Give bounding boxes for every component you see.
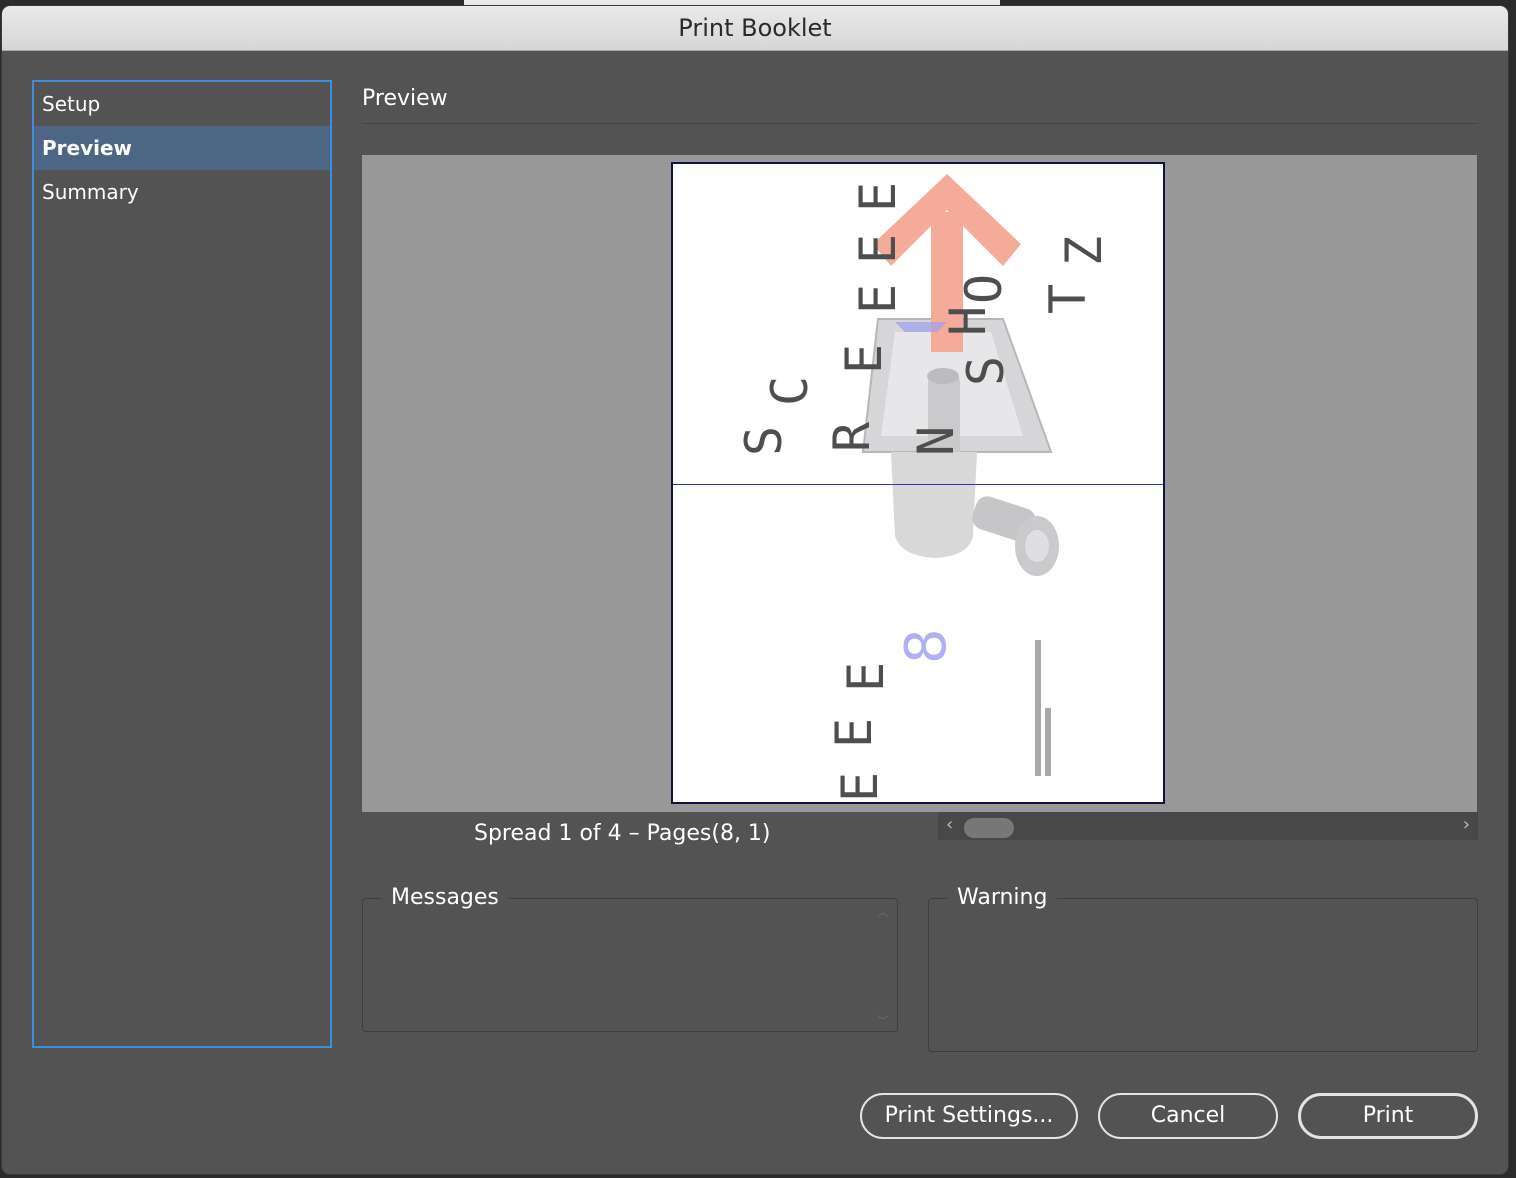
spread-fold-line — [673, 484, 1163, 485]
letter-r: R — [823, 421, 881, 452]
letter-t: T — [1039, 284, 1097, 314]
letter-s-2: S — [957, 356, 1015, 386]
letter-e-2: E — [849, 284, 907, 314]
spread-label: Spread 1 of 4 – Pages(8, 1) — [474, 821, 771, 846]
print-settings-button[interactable]: Print Settings... — [860, 1093, 1078, 1139]
print-booklet-dialog: Print Booklet Setup Preview Summary Prev… — [2, 6, 1508, 1174]
section-title: Preview — [362, 86, 448, 111]
chevron-left-icon[interactable]: ‹ — [946, 814, 953, 835]
print-button[interactable]: Print — [1298, 1093, 1478, 1139]
scrollbar-thumb[interactable] — [964, 818, 1014, 838]
letter-e-3: E — [849, 234, 907, 264]
cancel-button[interactable]: Cancel — [1098, 1093, 1278, 1139]
sidebar: Setup Preview Summary — [32, 80, 332, 1048]
sidebar-item-summary[interactable]: Summary — [34, 170, 330, 214]
letter-n: N — [907, 426, 965, 456]
sidebar-item-preview[interactable]: Preview — [34, 126, 330, 170]
grey-bar-2 — [1045, 708, 1051, 776]
letter-z: Z — [1055, 236, 1113, 266]
section-divider — [362, 123, 1478, 124]
letter-e-6: E — [825, 718, 883, 748]
spread-artwork: S C R E E E E N S H O T Z E E E 8 — [735, 174, 1113, 802]
warning-box: Warning — [928, 882, 1478, 1052]
grey-bar-1 — [1035, 640, 1041, 776]
preview-horizontal-scrollbar[interactable]: ‹ › — [938, 812, 1478, 840]
warning-title: Warning — [947, 882, 1058, 914]
booklet-spread-preview: S C R E E E E N S H O T Z E E E 8 — [671, 162, 1165, 804]
chevron-right-icon[interactable]: › — [1463, 814, 1470, 835]
letter-s-1: S — [735, 426, 793, 456]
letter-e-5: E — [837, 662, 895, 692]
messages-box: Messages ︿ ﹀ — [362, 882, 898, 1032]
digit-8: 8 — [894, 628, 959, 664]
letter-e-7: E — [831, 772, 889, 802]
letter-o: O — [955, 274, 1013, 304]
letter-h: H — [939, 306, 997, 336]
preview-area: S C R E E E E N S H O T Z E E E 8 — [362, 155, 1477, 812]
letter-c: C — [761, 376, 819, 406]
letter-e-4: E — [849, 182, 907, 212]
messages-title: Messages — [381, 882, 509, 914]
scroll-up-icon[interactable]: ︿ — [877, 903, 889, 920]
dialog-title: Print Booklet — [2, 6, 1508, 51]
sidebar-item-setup[interactable]: Setup — [34, 82, 330, 126]
letter-e-1: E — [835, 344, 893, 374]
scroll-down-icon[interactable]: ﹀ — [877, 1012, 889, 1029]
